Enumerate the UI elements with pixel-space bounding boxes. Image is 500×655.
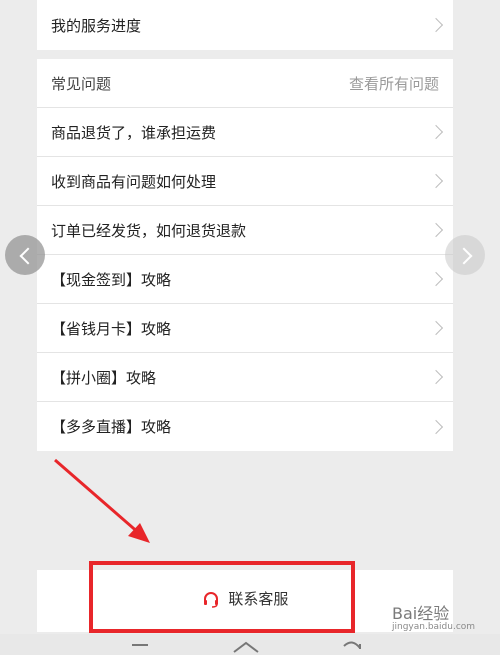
- menu-icon[interactable]: [130, 642, 150, 654]
- back-icon[interactable]: [340, 640, 364, 654]
- watermark-logo: Bai经验 jingyan.baidu.com: [392, 600, 492, 640]
- home-icon[interactable]: [232, 640, 260, 654]
- watermark-sub: jingyan.baidu.com: [392, 622, 476, 632]
- watermark-main: Bai经验: [392, 604, 450, 623]
- annotation-highlight-box: [89, 561, 355, 633]
- annotation-arrow: [54, 458, 150, 543]
